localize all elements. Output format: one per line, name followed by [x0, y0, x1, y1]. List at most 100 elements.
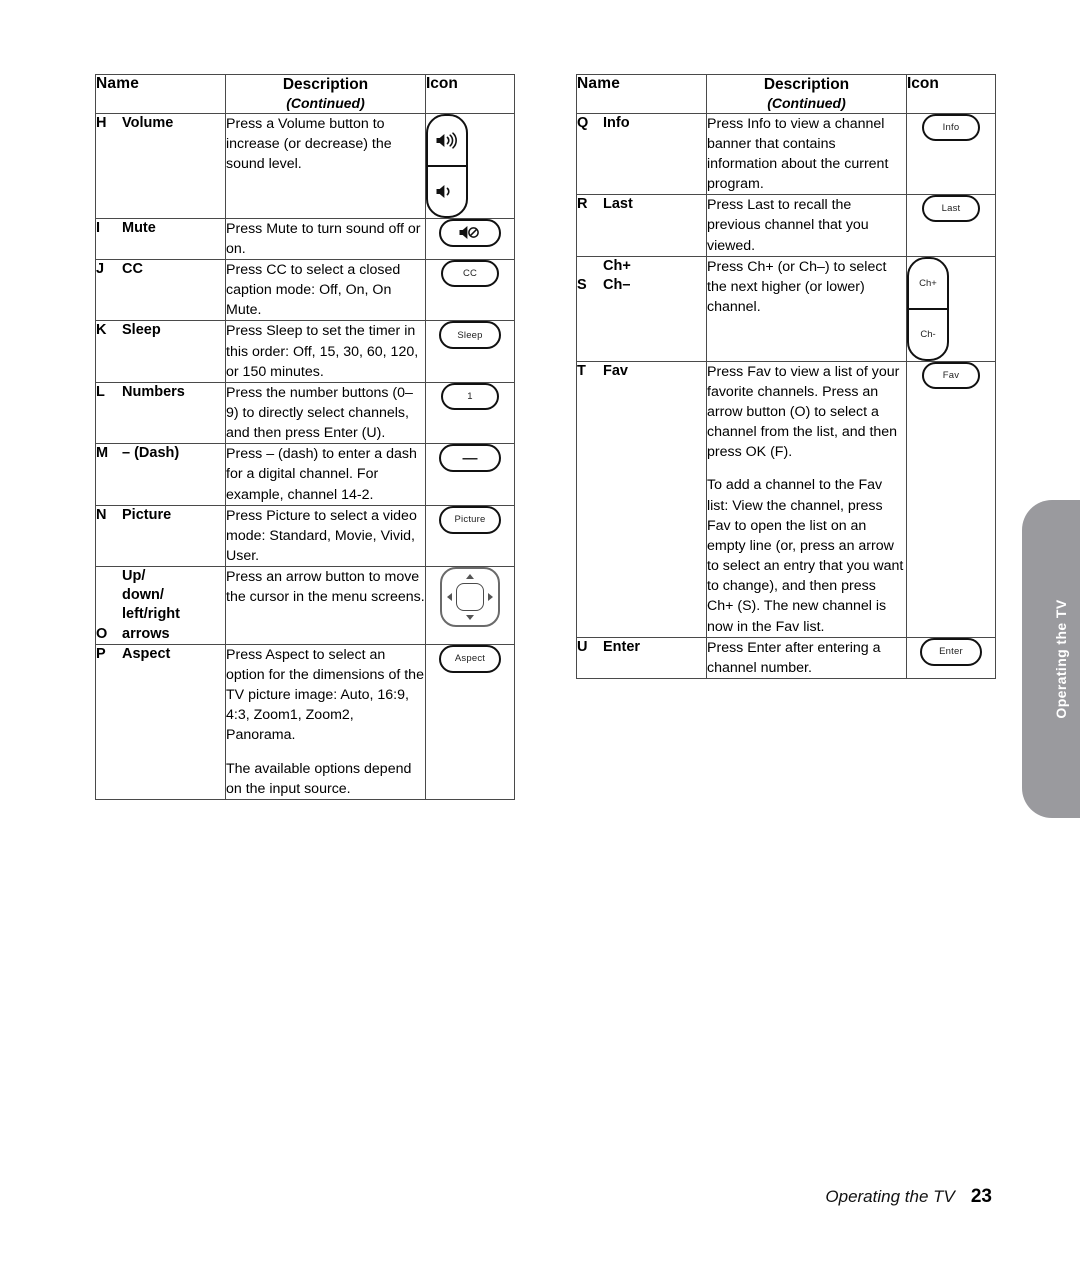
- row-icon-cell: Enter: [906, 636, 996, 680]
- row-name-line: Picture: [122, 506, 172, 523]
- column-header-name: Name: [95, 74, 226, 114]
- table-row: T Fav Press Fav to view a list of your fav…: [576, 360, 996, 638]
- row-letter: O: [96, 625, 108, 642]
- arrow-left-icon[interactable]: [447, 593, 452, 602]
- row-name-line: Ch+: [603, 257, 631, 274]
- row-description-paragraph: The available options depend on the inpu…: [226, 760, 412, 797]
- column-header-description-title: Description: [763, 76, 850, 93]
- rocker-top-half[interactable]: [428, 116, 466, 167]
- rocker-bottom-half[interactable]: [428, 167, 466, 216]
- table-row: O Up/down/left/right arrows Press an arrow …: [95, 566, 515, 645]
- row-name-line: Fav: [603, 362, 628, 379]
- row-name-line: Aspect: [122, 645, 171, 662]
- row-icon-cell: Aspect: [425, 643, 515, 800]
- row-icon-cell: Last: [906, 194, 996, 257]
- row-icon-cell: Ch+ Ch-: [906, 255, 996, 362]
- row-name-line: Sleep: [122, 322, 161, 339]
- table-left-body: Name Description (Continued) Icon H Volume Pre…: [95, 74, 515, 800]
- row-name: Up/down/left/right arrows: [122, 567, 180, 644]
- row-letter: J: [96, 260, 105, 277]
- row-icon-cell: Fav: [906, 360, 996, 638]
- remote-button-label: Info: [942, 121, 960, 133]
- rocker-top-label: Ch+: [919, 277, 937, 289]
- table-row: M – (Dash) Press – (dash) to enter a dash …: [95, 443, 515, 506]
- remote-button-icon[interactable]: Sleep: [439, 321, 501, 350]
- remote-button-icon[interactable]: Fav: [922, 361, 980, 389]
- rocker-button-icon[interactable]: Ch+ Ch-: [907, 256, 949, 361]
- row-name-cell: J CC: [95, 258, 226, 322]
- row-description-cell: Press Mute to turn sound off or on.: [225, 217, 426, 260]
- row-name-cell: T Fav: [576, 360, 707, 638]
- row-name: CC: [122, 260, 143, 279]
- page-footer: Operating the TV 23: [825, 1186, 992, 1208]
- dash-button-icon[interactable]: —: [439, 444, 501, 473]
- row-name-line: Up/: [122, 568, 146, 585]
- remote-button-icon[interactable]: Picture: [439, 505, 501, 534]
- row-name-cell: O Up/down/left/right arrows: [95, 566, 226, 645]
- row-description-paragraph: Press Info to view a channel banner that…: [707, 115, 889, 193]
- row-icon-cell: Picture: [425, 504, 515, 568]
- row-icon-cell: Sleep: [425, 320, 515, 383]
- rocker-top-half[interactable]: Ch+: [909, 259, 947, 310]
- row-name-cell: K Sleep: [95, 320, 226, 383]
- row-letter: K: [96, 322, 107, 339]
- row-letter: S: [577, 276, 587, 293]
- row-letter: M: [96, 445, 109, 462]
- remote-buttons-table-left: Name Description (Continued) Icon H Volume Pre…: [95, 74, 515, 800]
- remote-button-label: 1: [467, 390, 473, 402]
- ok-center-button[interactable]: [456, 583, 484, 612]
- row-name: Picture: [122, 506, 171, 525]
- remote-button-icon[interactable]: 1: [441, 382, 499, 410]
- row-icon-cell: CC: [425, 258, 515, 322]
- row-description-paragraph: Press an arrow button to move the cursor…: [226, 569, 425, 606]
- row-icon-cell: Info: [906, 112, 996, 196]
- remote-button-label: Last: [941, 203, 961, 215]
- table-right-body: Name Description (Continued) Icon Q Info Press…: [576, 74, 996, 680]
- row-name-cell: P Aspect: [95, 643, 226, 800]
- row-name-line: down/: [122, 587, 164, 604]
- row-letter: I: [96, 219, 101, 236]
- column-header-description-continued: (Continued): [286, 95, 365, 112]
- row-name-line: Mute: [122, 219, 156, 236]
- row-name: Enter: [603, 638, 640, 657]
- row-name-line: Volume: [122, 114, 174, 131]
- table-row: U Enter Press Enter after entering a chann…: [576, 636, 996, 680]
- remote-button-icon[interactable]: Enter: [920, 637, 982, 666]
- row-name: – (Dash): [122, 444, 179, 463]
- row-name-cell: U Enter: [576, 636, 707, 680]
- row-description-cell: Press Sleep to set the timer in this ord…: [225, 320, 426, 383]
- remote-button-icon[interactable]: Last: [922, 195, 980, 223]
- row-name: Aspect: [122, 645, 170, 664]
- row-description-paragraph: Press Fav to view a list of your favorit…: [707, 363, 900, 461]
- row-name-cell: Q Info: [576, 112, 707, 196]
- remote-button-label: Picture: [454, 514, 486, 526]
- column-header-description: Description (Continued): [706, 74, 907, 114]
- row-description-paragraph: Press Aspect to select an option for the…: [226, 646, 424, 744]
- row-icon-cell: [425, 217, 515, 260]
- remote-button-icon[interactable]: Info: [922, 113, 980, 141]
- arrow-down-icon[interactable]: [466, 615, 474, 621]
- row-letter: H: [96, 114, 107, 131]
- remote-button-icon[interactable]: Aspect: [439, 644, 501, 673]
- arrow-pad-icon[interactable]: [440, 567, 500, 628]
- remote-buttons-table-right: Name Description (Continued) Icon Q Info Press…: [576, 74, 996, 680]
- table-row: I Mute Press Mute to turn sound off or on.: [95, 217, 515, 260]
- row-name-cell: L Numbers: [95, 381, 226, 445]
- remote-button-icon[interactable]: CC: [441, 259, 499, 287]
- arrow-right-icon[interactable]: [488, 593, 493, 602]
- row-description-paragraph: Press Ch+ (or Ch–) to select the next hi…: [707, 258, 887, 315]
- mute-speaker-icon[interactable]: [439, 218, 501, 247]
- chapter-side-tab-label: Operating the TV: [1053, 599, 1069, 719]
- row-name: Numbers: [122, 383, 185, 402]
- rocker-button-icon[interactable]: [426, 113, 468, 218]
- remote-button-label: Sleep: [457, 329, 483, 341]
- table-row: K Sleep Press Sleep to set the timer in th…: [95, 320, 515, 383]
- column-header-description-continued: (Continued): [767, 95, 846, 112]
- rocker-bottom-half[interactable]: Ch-: [909, 310, 947, 359]
- footer-chapter-title: Operating the TV: [825, 1187, 955, 1206]
- row-letter: N: [96, 506, 107, 523]
- arrow-up-icon[interactable]: [466, 574, 474, 580]
- row-name-line: Info: [603, 114, 630, 131]
- table-row: H Volume Press a Volume button to increase…: [95, 112, 515, 219]
- row-description-paragraph: Press CC to select a closed caption mode…: [226, 261, 401, 319]
